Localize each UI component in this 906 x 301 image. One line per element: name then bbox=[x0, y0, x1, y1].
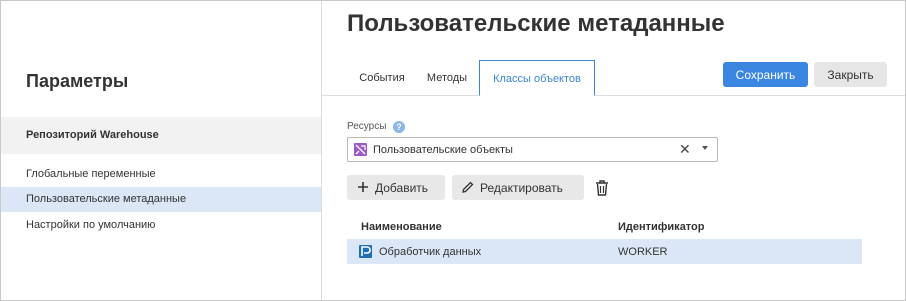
custom-objects-icon bbox=[354, 143, 367, 156]
sidebar-item-label: Настройки по умолчанию bbox=[26, 219, 156, 231]
sidebar-section-repository[interactable]: Репозиторий Warehouse bbox=[1, 117, 321, 154]
row-identifier: WORKER bbox=[618, 246, 668, 258]
help-icon[interactable]: ? bbox=[393, 121, 405, 133]
save-button[interactable]: Сохранить bbox=[723, 62, 808, 87]
data-handler-icon bbox=[359, 245, 372, 258]
clear-icon[interactable]: ✕ bbox=[679, 141, 691, 158]
tab-object-classes[interactable]: Классы объектов bbox=[479, 60, 595, 96]
resources-select[interactable]: Пользовательские объекты ✕ bbox=[347, 137, 718, 162]
add-button[interactable]: Добавить bbox=[347, 175, 445, 200]
pencil-icon bbox=[462, 181, 474, 193]
select-value: Пользовательские объекты bbox=[373, 144, 513, 156]
edit-button[interactable]: Редактировать bbox=[452, 175, 584, 200]
page-title: Пользовательские метаданные bbox=[347, 10, 725, 37]
chevron-down-icon[interactable] bbox=[702, 146, 708, 150]
row-name: Обработчик данных bbox=[379, 246, 482, 258]
add-button-label: Добавить bbox=[375, 181, 429, 195]
column-header-name[interactable]: Наименование bbox=[361, 221, 442, 233]
trash-icon[interactable] bbox=[595, 180, 609, 196]
sidebar-item-custom-metadata[interactable]: Пользовательские метаданные bbox=[1, 187, 321, 212]
sidebar: Параметры Репозиторий Warehouse Глобальн… bbox=[1, 1, 322, 300]
plus-icon bbox=[358, 182, 368, 192]
sidebar-item-global-variables[interactable]: Глобальные переменные bbox=[1, 162, 321, 187]
sidebar-item-default-settings[interactable]: Настройки по умолчанию bbox=[1, 213, 321, 238]
column-header-identifier[interactable]: Идентификатор bbox=[618, 221, 705, 233]
sidebar-section-label: Репозиторий Warehouse bbox=[26, 129, 159, 141]
close-button[interactable]: Закрыть bbox=[814, 62, 887, 87]
tab-events[interactable]: События bbox=[347, 60, 417, 96]
sidebar-title: Параметры bbox=[26, 71, 129, 91]
sidebar-item-label: Пользовательские метаданные bbox=[26, 193, 187, 205]
sidebar-item-label: Глобальные переменные bbox=[26, 168, 156, 180]
edit-button-label: Редактировать bbox=[480, 181, 563, 195]
table-row[interactable]: Обработчик данных WORKER bbox=[347, 239, 862, 264]
resources-label: Ресурсы bbox=[347, 121, 387, 132]
tab-methods[interactable]: Методы bbox=[418, 60, 476, 96]
